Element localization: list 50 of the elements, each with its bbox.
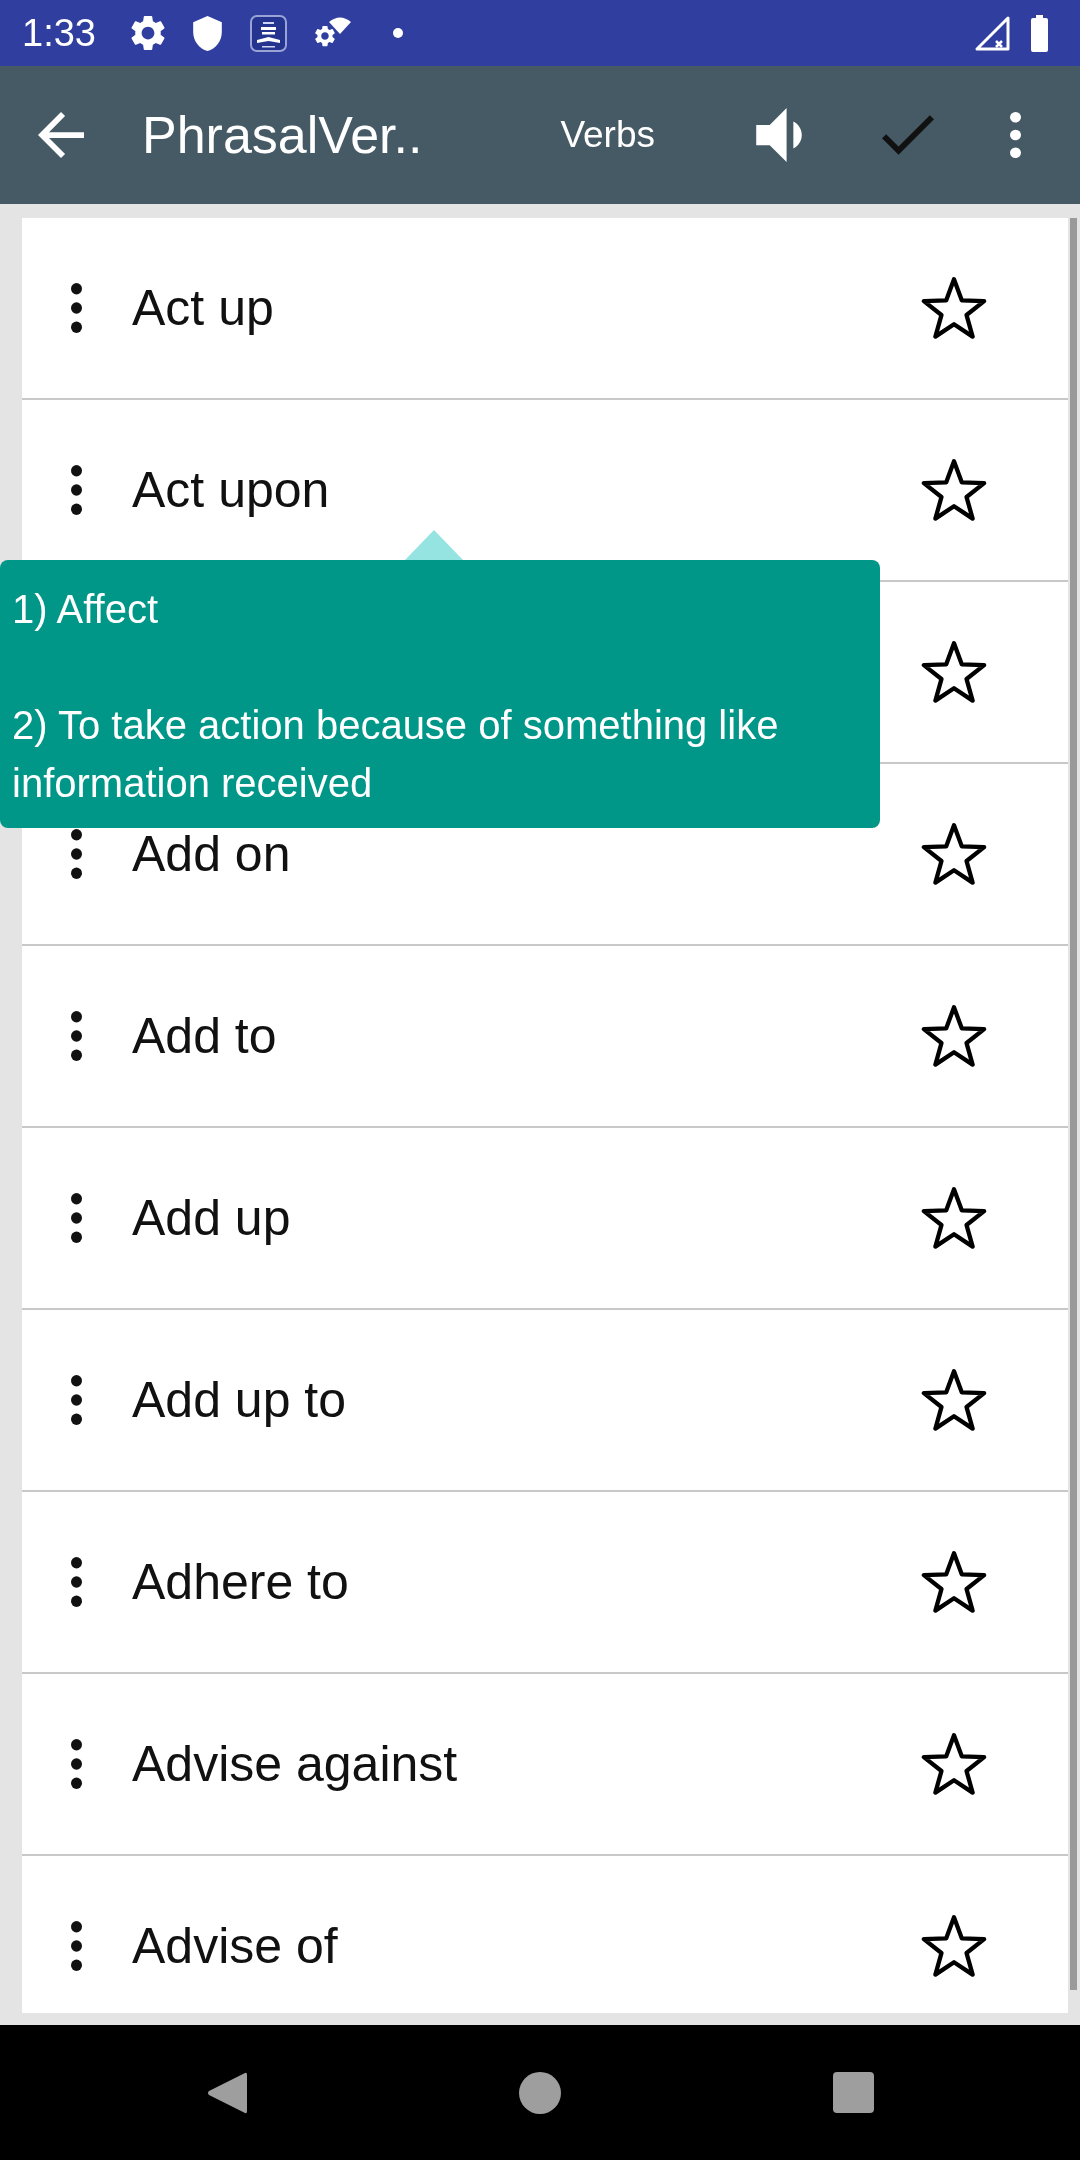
- item-menu-icon[interactable]: [71, 283, 82, 333]
- phrasal-verb-label[interactable]: Add to: [132, 1007, 277, 1065]
- back-button[interactable]: [38, 112, 84, 158]
- definition-text: 2) To take action because of something like information received: [12, 702, 780, 807]
- item-menu-icon[interactable]: [71, 1011, 82, 1061]
- definition-text: 1) Affect: [12, 586, 159, 633]
- speaker-button[interactable]: [753, 108, 805, 162]
- speaker-icon: [753, 108, 805, 162]
- phrasal-verb-label[interactable]: Add up: [132, 1189, 291, 1247]
- verbs-button[interactable]: Verbs: [560, 114, 655, 156]
- star-icon[interactable]: [921, 1733, 987, 1795]
- item-menu-icon[interactable]: [71, 1739, 82, 1789]
- settings-icon: [130, 16, 165, 50]
- more-options-button[interactable]: [1010, 112, 1021, 158]
- star-icon[interactable]: [921, 1005, 987, 1067]
- back-arrow-icon: [38, 112, 84, 158]
- item-menu-icon[interactable]: [71, 1193, 82, 1243]
- item-menu-icon[interactable]: [71, 465, 82, 515]
- star-icon[interactable]: [921, 641, 987, 703]
- phrasal-verb-label[interactable]: Add on: [132, 825, 291, 883]
- star-icon[interactable]: [921, 459, 987, 521]
- star-icon[interactable]: [921, 1551, 987, 1613]
- star-icon[interactable]: [921, 1369, 987, 1431]
- home-nav-icon[interactable]: [518, 2071, 561, 2114]
- phrasal-verb-label[interactable]: Add up to: [132, 1371, 347, 1429]
- star-icon[interactable]: [921, 823, 987, 885]
- phrasal-verb-label[interactable]: Adhere to: [132, 1553, 349, 1611]
- app-icon: [249, 14, 287, 52]
- phrasal-verb-label[interactable]: Advise against: [132, 1735, 458, 1793]
- tooltip-pointer-icon: [405, 530, 463, 560]
- check-icon: [882, 115, 934, 155]
- confirm-button[interactable]: [882, 115, 934, 155]
- phrasal-verb-label[interactable]: Act up: [132, 279, 274, 337]
- battery-icon: [1031, 14, 1048, 52]
- item-menu-icon[interactable]: [71, 829, 82, 879]
- app-title: PhrasalVer..: [142, 105, 423, 165]
- shield-icon: [192, 15, 222, 51]
- notification-dot-icon: [392, 28, 403, 38]
- star-icon[interactable]: [921, 277, 987, 339]
- phrasal-verb-label[interactable]: Act upon: [132, 461, 330, 519]
- item-menu-icon[interactable]: [71, 1557, 82, 1607]
- signal-icon: [975, 15, 1010, 51]
- item-menu-icon[interactable]: [71, 1375, 82, 1425]
- item-menu-icon[interactable]: [71, 1921, 82, 1971]
- phrasal-verb-label[interactable]: Advise of: [132, 1917, 338, 1975]
- status-time: 1:33: [22, 11, 96, 55]
- star-icon[interactable]: [921, 1187, 987, 1249]
- star-icon[interactable]: [921, 1915, 987, 1977]
- recents-nav-icon[interactable]: [832, 2072, 874, 2113]
- more-vert-icon: [1010, 112, 1021, 158]
